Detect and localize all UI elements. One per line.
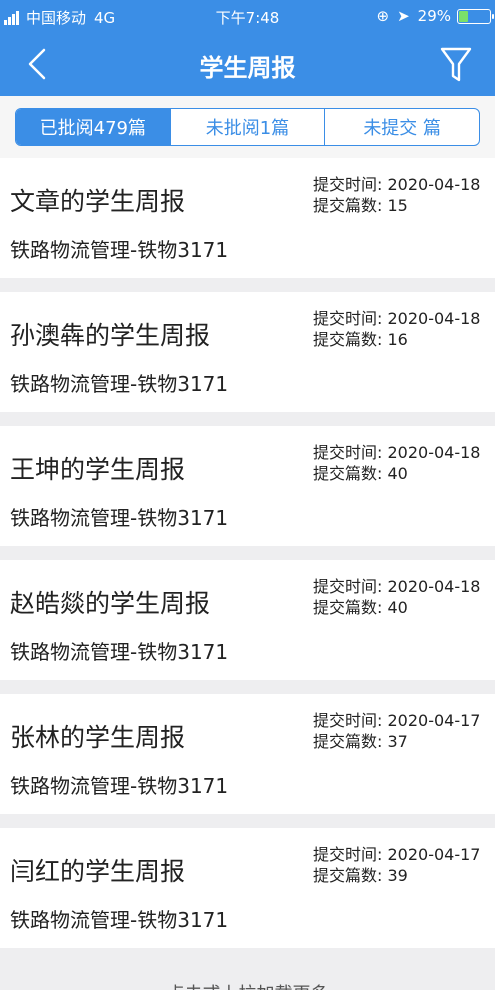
page-title: 学生周报 bbox=[199, 54, 296, 82]
battery-fill bbox=[459, 10, 468, 22]
report-meta: 提交时间: 2020-04-18 提交篇数: 15 bbox=[313, 174, 480, 216]
submit-time: 提交时间: 2020-04-18 bbox=[313, 175, 481, 194]
submit-time: 提交时间: 2020-04-18 bbox=[313, 443, 481, 462]
submit-count: 提交篇数: 37 bbox=[313, 732, 408, 751]
report-title: 文章的学生周报 bbox=[10, 187, 186, 216]
report-meta: 提交时间: 2020-04-18 提交篇数: 40 bbox=[313, 442, 480, 484]
segmented-tabs: 已批阅479篇 未批阅1篇 未提交 篇 bbox=[15, 108, 480, 146]
nav-bar: 学生周报 bbox=[0, 32, 495, 96]
report-title: 赵皓燚的学生周报 bbox=[10, 589, 211, 618]
report-class: 铁路物流管理-铁物3171 bbox=[10, 506, 229, 530]
load-more-link[interactable]: 点击或上拉加载更多 bbox=[0, 980, 495, 990]
report-class: 铁路物流管理-铁物3171 bbox=[10, 238, 229, 262]
submit-time: 提交时间: 2020-04-18 bbox=[313, 577, 481, 596]
report-title: 王坤的学生周报 bbox=[10, 455, 186, 484]
status-right: ⊕ ➤ 29% bbox=[376, 7, 494, 25]
submit-count: 提交篇数: 40 bbox=[313, 464, 408, 483]
submit-count: 提交篇数: 39 bbox=[313, 866, 408, 885]
submit-time: 提交时间: 2020-04-17 bbox=[313, 711, 481, 730]
report-list: 文章的学生周报 铁路物流管理-铁物3171 提交时间: 2020-04-18 提… bbox=[0, 158, 495, 962]
status-bar: 中国移动 4G 下午7:48 ⊕ ➤ 29% bbox=[0, 0, 495, 32]
report-meta: 提交时间: 2020-04-17 提交篇数: 37 bbox=[313, 710, 480, 752]
filter-icon[interactable] bbox=[439, 44, 473, 84]
report-card[interactable]: 张林的学生周报 铁路物流管理-铁物3171 提交时间: 2020-04-17 提… bbox=[0, 694, 495, 814]
tab-reviewed[interactable]: 已批阅479篇 bbox=[16, 109, 170, 145]
tab-not-submitted[interactable]: 未提交 篇 bbox=[324, 109, 479, 145]
submit-time: 提交时间: 2020-04-17 bbox=[313, 845, 481, 864]
report-card[interactable]: 孙澳犇的学生周报 铁路物流管理-铁物3171 提交时间: 2020-04-18 … bbox=[0, 292, 495, 412]
report-class: 铁路物流管理-铁物3171 bbox=[10, 640, 229, 664]
location-icon: ➤ bbox=[397, 7, 410, 25]
report-card[interactable]: 赵皓燚的学生周报 铁路物流管理-铁物3171 提交时间: 2020-04-18 … bbox=[0, 560, 495, 680]
submit-time: 提交时间: 2020-04-18 bbox=[313, 309, 481, 328]
report-meta: 提交时间: 2020-04-17 提交篇数: 39 bbox=[313, 844, 480, 886]
submit-count: 提交篇数: 40 bbox=[313, 598, 408, 617]
battery-icon bbox=[457, 8, 494, 24]
report-meta: 提交时间: 2020-04-18 提交篇数: 40 bbox=[313, 576, 480, 618]
submit-count: 提交篇数: 15 bbox=[313, 196, 408, 215]
orientation-lock-icon: ⊕ bbox=[376, 7, 390, 25]
report-card[interactable]: 王坤的学生周报 铁路物流管理-铁物3171 提交时间: 2020-04-18 提… bbox=[0, 426, 495, 546]
battery-percent: 29% bbox=[417, 7, 451, 25]
report-class: 铁路物流管理-铁物3171 bbox=[10, 908, 229, 932]
tab-container: 已批阅479篇 未批阅1篇 未提交 篇 bbox=[0, 96, 495, 158]
tab-unreviewed[interactable]: 未批阅1篇 bbox=[169, 109, 325, 145]
report-card[interactable]: 闫红的学生周报 铁路物流管理-铁物3171 提交时间: 2020-04-17 提… bbox=[0, 828, 495, 948]
submit-count: 提交篇数: 16 bbox=[313, 330, 408, 349]
report-class: 铁路物流管理-铁物3171 bbox=[10, 372, 229, 396]
report-title: 闫红的学生周报 bbox=[10, 857, 186, 886]
report-title: 张林的学生周报 bbox=[10, 723, 186, 752]
report-title: 孙澳犇的学生周报 bbox=[10, 321, 211, 350]
report-class: 铁路物流管理-铁物3171 bbox=[10, 774, 229, 798]
report-card[interactable]: 文章的学生周报 铁路物流管理-铁物3171 提交时间: 2020-04-18 提… bbox=[0, 158, 495, 278]
report-meta: 提交时间: 2020-04-18 提交篇数: 16 bbox=[313, 308, 480, 350]
